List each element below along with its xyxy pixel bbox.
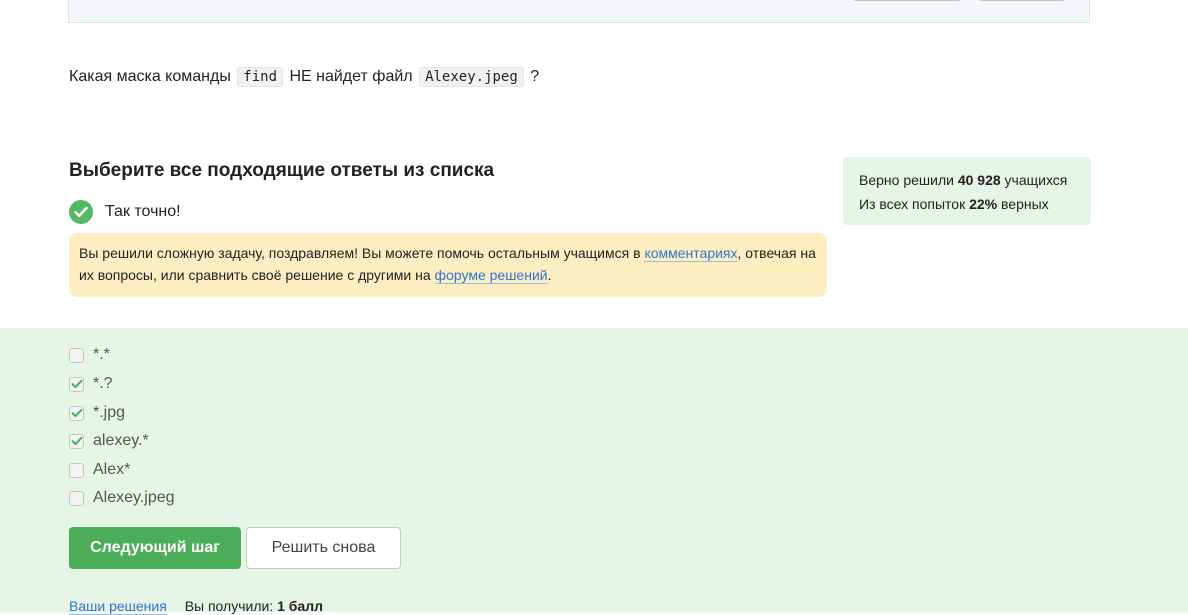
check-icon [69, 200, 93, 224]
checkbox[interactable] [69, 490, 84, 506]
retry-button[interactable]: Решить снова [246, 527, 401, 569]
option-item[interactable]: *.? [69, 373, 113, 395]
previous-step-panel [68, 0, 1090, 23]
checkmark-icon [71, 379, 82, 388]
option-label: alexey.* [93, 432, 149, 449]
question-prefix: Какая маска команды [69, 68, 231, 85]
answers-area [0, 328, 1188, 612]
stats-solved-prefix: Верно решили [859, 172, 954, 188]
congrats-text-3: . [547, 267, 552, 283]
option-item[interactable]: Alex* [69, 459, 130, 481]
section-title: Выберите все подходящие ответы из списка [69, 160, 495, 181]
stats-box: Верно решили 40 928 учащихся Из всех поп… [843, 157, 1091, 225]
stats-attempts-suffix: верных [1001, 196, 1049, 212]
code-filename: Alexey.jpeg [419, 67, 524, 87]
stats-attempts-line: Из всех попыток 22% верных [859, 192, 1075, 216]
checkbox[interactable] [69, 376, 84, 392]
option-item[interactable]: *.* [69, 344, 110, 366]
congrats-text-1: Вы решили сложную задачу, поздравляем! В… [79, 245, 645, 261]
my-solutions-link[interactable]: Ваши решения [69, 598, 167, 615]
option-label: *.* [93, 346, 110, 363]
comments-link[interactable]: комментариях [644, 245, 738, 262]
stats-solved-line: Верно решили 40 928 учащихся [859, 168, 1075, 192]
question-text: Какая маска команды find НЕ найдет файл … [69, 66, 539, 88]
checkbox[interactable] [69, 347, 84, 363]
question-middle: НЕ найдет файл [289, 68, 413, 85]
stats-attempts-percent: 22% [969, 196, 998, 212]
option-item[interactable]: *.jpg [69, 402, 125, 424]
next-step-button[interactable]: Следующий шаг [69, 527, 241, 569]
panel-button-left[interactable] [853, 0, 961, 1]
checkbox[interactable] [69, 405, 84, 421]
option-label: *.jpg [93, 404, 126, 421]
panel-button-right[interactable] [979, 0, 1065, 1]
question-suffix: ? [530, 68, 540, 85]
result-status: Так точно! [69, 199, 181, 225]
congrats-notice: Вы решили сложную задачу, поздравляем! В… [69, 233, 827, 297]
option-label: Alexey.jpeg [93, 489, 175, 506]
checkbox[interactable] [69, 433, 84, 449]
option-label: Alex* [93, 461, 131, 478]
stats-solved-count: 40 928 [957, 172, 1001, 188]
option-item[interactable]: alexey.* [69, 430, 149, 452]
result-text: Так точно! [105, 203, 181, 220]
stats-attempts-prefix: Из всех попыток [859, 196, 966, 212]
code-find: find [237, 67, 283, 87]
checkbox[interactable] [69, 462, 84, 478]
option-item[interactable]: Alexey.jpeg [69, 487, 175, 509]
option-label: *.? [93, 375, 113, 392]
solutions-forum-link[interactable]: форуме решений [434, 267, 548, 284]
checkmark-icon [71, 408, 82, 417]
checkmark-icon [71, 436, 82, 445]
stats-solved-suffix: учащихся [1004, 172, 1068, 188]
